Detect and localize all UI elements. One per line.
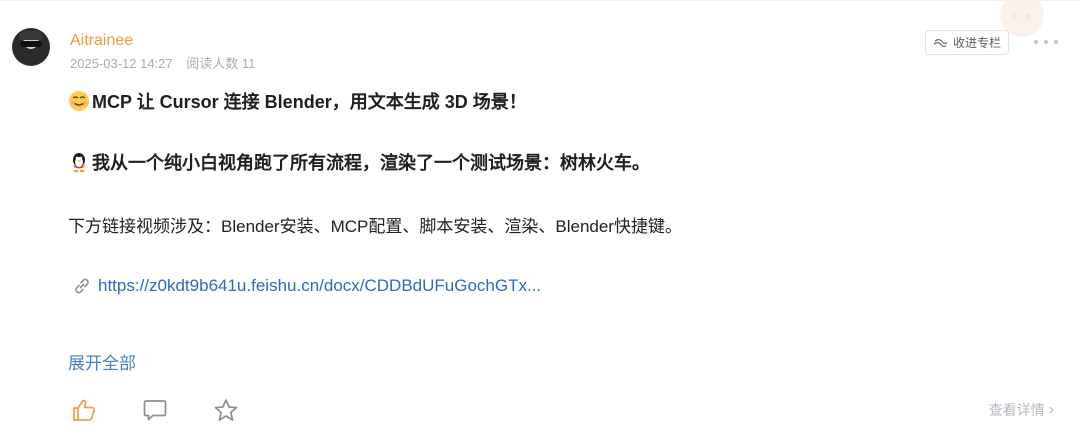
post-line-title: MCP 让 Cursor 连接 Blender，用文本生成 3D 场景！ — [68, 90, 527, 114]
thumbs-up-icon — [72, 399, 95, 421]
star-icon — [214, 399, 237, 421]
post-line-intro: 我从一个纯小白视角跑了所有流程，渲染了一个测试场景：树林火车。 — [68, 151, 650, 175]
view-details-link[interactable]: 查看详情 › — [988, 401, 1054, 419]
post-card: Aitrainee 2025-03-12 14:27 阅读人数 11 收进专栏 … — [0, 0, 1080, 430]
collect-to-column-label: 收进专栏 — [952, 36, 1001, 50]
doc-link-text: https://z0kdt9b641u.feishu.cn/docx/CDDBd… — [98, 276, 542, 295]
author-name[interactable]: Aitrainee — [70, 32, 133, 50]
more-dot — [1034, 40, 1038, 44]
read-count: 阅读人数 11 — [186, 56, 256, 71]
smiling-face-emoji-icon — [69, 91, 89, 111]
comment-icon — [143, 400, 166, 421]
penguin-emoji-icon — [73, 153, 85, 173]
collect-to-column-button[interactable]: 收进专栏 — [925, 30, 1009, 55]
like-button[interactable] — [70, 398, 97, 422]
link-icon — [75, 278, 89, 294]
post-actions — [70, 398, 239, 422]
post-line-topics: 下方链接视频涉及：Blender安装、MCP配置、脚本安装、渲染、Blender… — [68, 217, 682, 236]
post-meta: 2025-03-12 14:27 阅读人数 11 — [70, 56, 255, 71]
avatar-glasses — [20, 41, 42, 47]
view-details-label: 查看详情 — [988, 402, 1045, 418]
more-dots-icon[interactable] — [1034, 37, 1058, 47]
post-line-intro-text: 我从一个纯小白视角跑了所有流程，渲染了一个测试场景：树林火车。 — [92, 153, 650, 173]
comment-button[interactable] — [141, 398, 168, 422]
collection-icon — [933, 39, 948, 48]
post-line-title-text: MCP 让 Cursor 连接 Blender，用文本生成 3D 场景！ — [92, 92, 527, 112]
more-dot — [1044, 40, 1048, 44]
more-dot — [1054, 40, 1058, 44]
expand-all-link[interactable]: 展开全部 — [68, 353, 136, 375]
doc-link[interactable]: https://z0kdt9b641u.feishu.cn/docx/CDDBd… — [72, 275, 541, 297]
favorite-button[interactable] — [212, 398, 239, 422]
chevron-right-icon: › — [1048, 401, 1054, 418]
post-date: 2025-03-12 14:27 — [70, 56, 173, 71]
avatar[interactable] — [12, 28, 50, 66]
avatar-cap — [19, 31, 43, 40]
